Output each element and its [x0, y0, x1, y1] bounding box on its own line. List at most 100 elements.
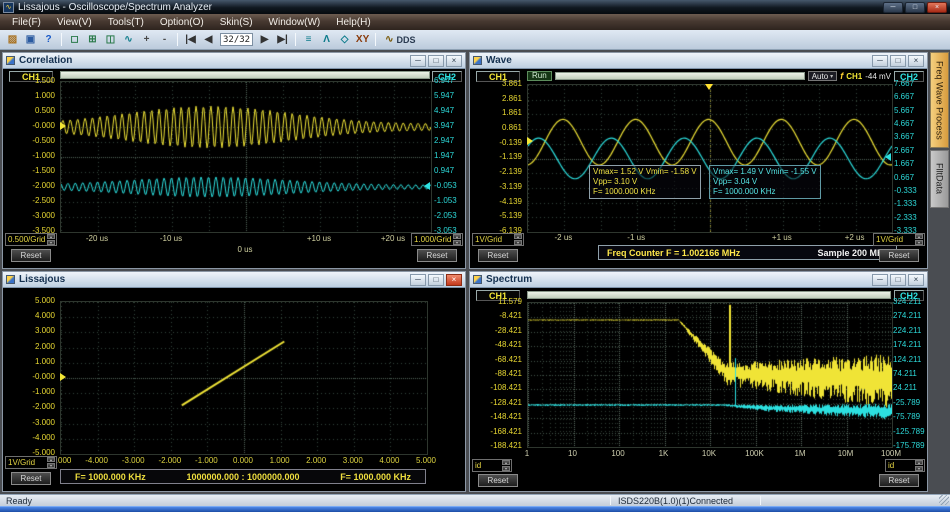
run-button[interactable]: Run [527, 71, 552, 81]
axis-tick-label: -2 us [554, 233, 572, 242]
spin-down-button[interactable]: ▾ [453, 240, 461, 245]
reset-button[interactable]: Reset [11, 472, 51, 485]
spin-up-button[interactable]: ▴ [453, 234, 461, 239]
ch2-reset-button[interactable]: Reset [879, 249, 919, 262]
spin-up-button[interactable]: ▴ [47, 457, 55, 462]
horizontal-scrollbar[interactable] [555, 72, 805, 80]
next-frame-button[interactable]: ▶ [256, 32, 273, 48]
tile-windows-button[interactable]: ⊞ [84, 32, 101, 48]
axis-tick-label: 2.947 [434, 137, 463, 145]
horizontal-scrollbar[interactable] [60, 71, 430, 79]
ch2-reset-button[interactable]: Reset [879, 474, 919, 487]
trigger-position-marker[interactable] [705, 84, 713, 90]
trigger-mode-label: Auto [812, 72, 828, 81]
resize-grip[interactable] [939, 495, 949, 505]
scale-spinner: ▴ ▾ [514, 234, 522, 245]
horizontal-scrollbar[interactable] [527, 291, 891, 299]
maximize-button[interactable]: □ [428, 274, 444, 286]
axis-tick-label: -1.000 [32, 388, 55, 396]
window-titlebar[interactable]: ∿ Lissajous - Oscilloscope/Spectrum Anal… [0, 0, 950, 14]
ch1-position-marker[interactable] [60, 373, 66, 381]
ch1-position-marker[interactable] [60, 122, 66, 130]
cascade-windows-button[interactable]: ◫ [102, 32, 119, 48]
axis-tick-label: -20 us [86, 234, 108, 243]
ch2-position-marker[interactable] [885, 153, 891, 161]
spin-up-button[interactable]: ▴ [915, 460, 923, 465]
open-file-button[interactable]: ▨ [4, 32, 21, 48]
spectrum-body: CH1 CH2 11.579-8.421-28.421-48.421-68.42… [470, 288, 927, 491]
channel-view-button[interactable]: ≡ [300, 32, 317, 48]
minimize-button[interactable]: ─ [883, 2, 903, 13]
axis-tick-label: -3.000 [32, 212, 55, 220]
menu-help-item[interactable]: Help(H) [328, 16, 378, 29]
help-button[interactable]: ? [40, 32, 57, 48]
spectrum-titlebar[interactable]: Spectrum ─ □ × [470, 272, 927, 288]
spin-down-button[interactable]: ▾ [915, 466, 923, 471]
axis-tick-label: 1.000 [35, 92, 55, 100]
spectrum-view-button[interactable]: Λ [318, 32, 335, 48]
close-button[interactable]: × [908, 55, 924, 67]
last-frame-button[interactable]: ▶| [274, 32, 291, 48]
lissajous-titlebar[interactable]: Lissajous ─ □ × [3, 272, 465, 288]
spin-up-button[interactable]: ▴ [514, 234, 522, 239]
menu-option-item[interactable]: Option(O) [152, 16, 212, 29]
ch2-position-marker[interactable] [424, 182, 430, 190]
maximize-button[interactable]: □ [428, 55, 444, 67]
spin-up-button[interactable]: ▴ [47, 234, 55, 239]
close-button[interactable]: × [446, 55, 462, 67]
menu-skin-item[interactable]: Skin(S) [212, 16, 261, 29]
xy-mode-button[interactable]: XY [354, 32, 371, 48]
wave-titlebar[interactable]: Wave ─ □ × [470, 53, 927, 69]
spin-down-button[interactable]: ▾ [915, 240, 923, 245]
close-button[interactable]: × [908, 274, 924, 286]
axis-tick-label: 3.667 [894, 133, 926, 141]
menu-view-item[interactable]: View(V) [49, 16, 100, 29]
maximize-button[interactable]: □ [890, 55, 906, 67]
minimize-button[interactable]: ─ [410, 55, 426, 67]
ch1-reset-button[interactable]: Reset [11, 249, 51, 262]
spin-up-button[interactable]: ▴ [915, 234, 923, 239]
ch2-scale-box: id ▴ ▾ [885, 459, 925, 472]
wave-view-button[interactable]: ∿ [120, 32, 137, 48]
ch1-position-marker[interactable] [527, 137, 533, 145]
trigger-mode-select[interactable]: Auto ▾ [808, 71, 837, 81]
zoom-out-button[interactable]: - [156, 32, 173, 48]
app-icon: ∿ [3, 2, 14, 13]
lissajous-view-button[interactable]: ◇ [336, 32, 353, 48]
axis-tick-label: 3.000 [35, 327, 55, 335]
correlation-titlebar[interactable]: Correlation ─ □ × [3, 53, 465, 69]
trigger-slope-icon[interactable]: f [840, 71, 843, 81]
minimize-button[interactable]: ─ [872, 274, 888, 286]
axis-tick-label: -3.000 [32, 419, 55, 427]
maximize-button[interactable]: □ [890, 274, 906, 286]
minimize-button[interactable]: ─ [872, 55, 888, 67]
side-tab-1[interactable]: Freq Wave Process [930, 52, 949, 148]
minimize-button[interactable]: ─ [410, 274, 426, 286]
panel-title: Lissajous [19, 274, 65, 285]
scale-label: 1V/Grid [6, 457, 47, 468]
ch1-reset-button[interactable]: Reset [478, 474, 518, 487]
save-button[interactable]: ▣ [22, 32, 39, 48]
ch1-vmax-vmin: Vmax= 1.52 V Vmin= -1.58 V [593, 167, 697, 177]
spin-down-button[interactable]: ▾ [502, 466, 510, 471]
spin-down-button[interactable]: ▾ [47, 463, 55, 468]
menu-window-item[interactable]: Window(W) [261, 16, 329, 29]
dds-button[interactable]: ∿DDS [380, 32, 420, 48]
ch2-reset-button[interactable]: Reset [417, 249, 457, 262]
menu-tools-item[interactable]: Tools(T) [100, 16, 152, 29]
ch1-reset-button[interactable]: Reset [478, 249, 518, 262]
side-tab-2[interactable]: FlltData [930, 150, 949, 208]
spin-down-button[interactable]: ▾ [514, 240, 522, 245]
spectrum-right-axis: 324.211274.211224.211174.211124.21174.21… [893, 298, 927, 450]
single-view-button[interactable]: ◻ [66, 32, 83, 48]
first-frame-button[interactable]: |◀ [182, 32, 199, 48]
spin-up-button[interactable]: ▴ [502, 460, 510, 465]
menu-file-item[interactable]: File(F) [4, 16, 49, 29]
close-button[interactable]: × [927, 2, 947, 13]
toolbar-separator [375, 33, 376, 46]
zoom-in-button[interactable]: + [138, 32, 155, 48]
maximize-button[interactable]: □ [905, 2, 925, 13]
close-button[interactable]: × [446, 274, 462, 286]
spin-down-button[interactable]: ▾ [47, 240, 55, 245]
prev-frame-button[interactable]: ◀ [200, 32, 217, 48]
